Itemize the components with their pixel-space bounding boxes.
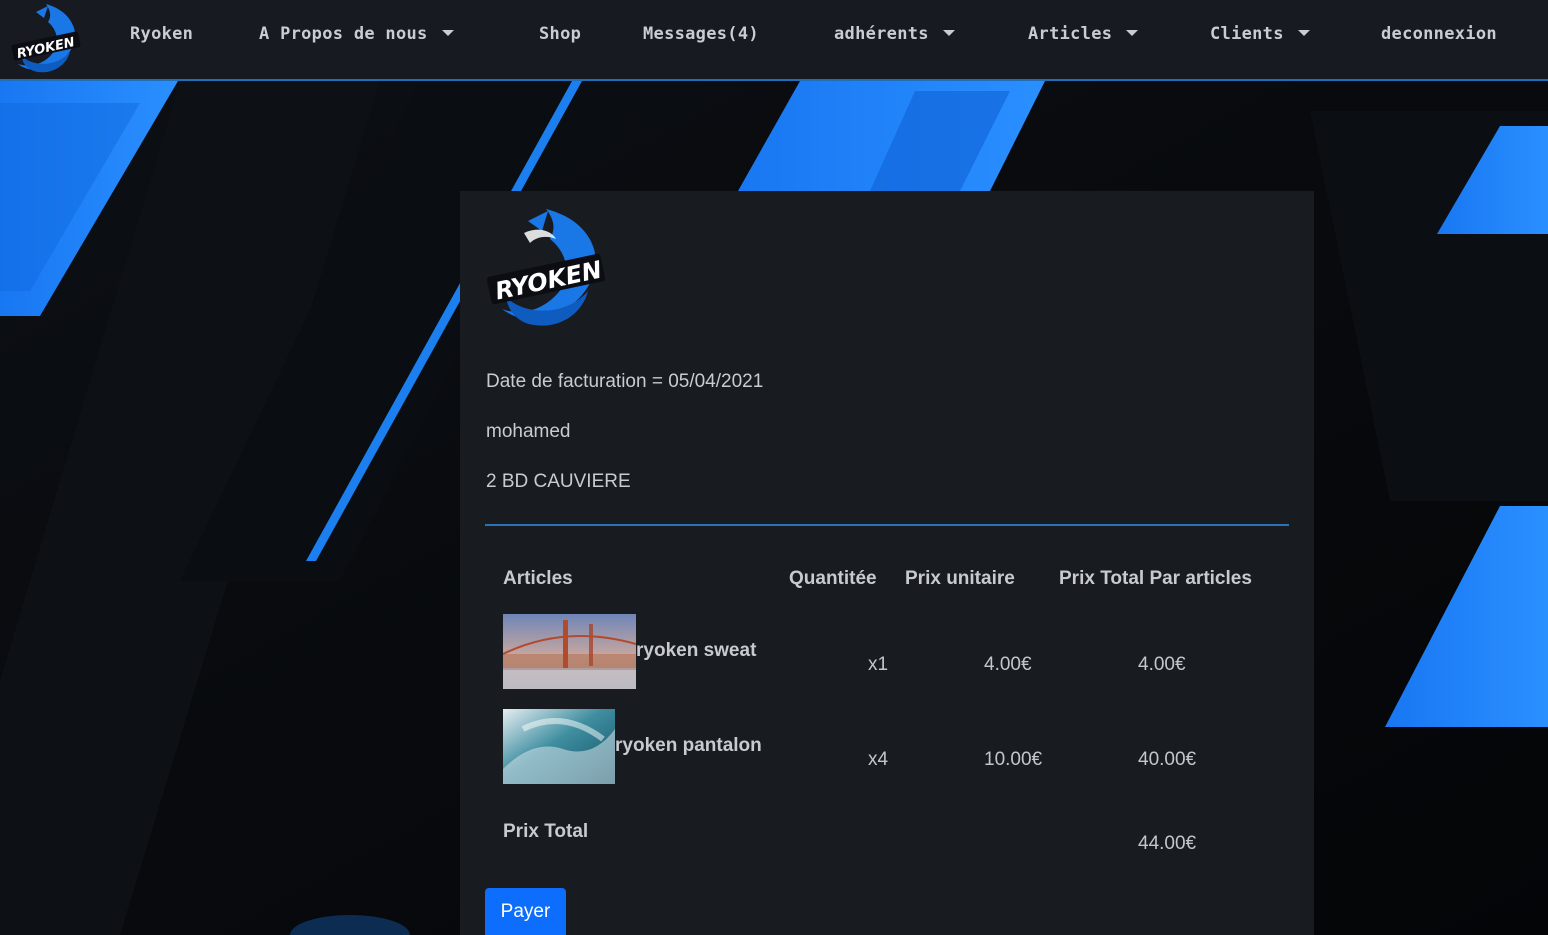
total-label: Prix Total xyxy=(503,821,589,842)
product-unit-price: 4.00€ xyxy=(984,654,1032,675)
product-thumbnail-wave xyxy=(503,709,615,784)
nav-item-label: Shop xyxy=(539,24,582,44)
column-header-line-total: Prix Total Par articles xyxy=(1059,568,1252,589)
nav-item-articles-dropdown[interactable]: Articles xyxy=(1028,24,1139,44)
customer-name: mohamed xyxy=(486,421,571,442)
nav-item-label: adhérents xyxy=(834,24,929,44)
nav-item-logout[interactable]: deconnexion xyxy=(1381,24,1497,44)
nav-item-label: Ryoken xyxy=(130,24,194,44)
invoice-card: RYOKEN Date de facturation = 05/04/2021 … xyxy=(460,191,1314,935)
ryoken-logo-icon[interactable]: RYOKEN xyxy=(8,2,84,76)
pay-button[interactable]: Payer xyxy=(485,888,566,935)
caret-down-icon xyxy=(1126,30,1139,36)
nav-item-label: Articles xyxy=(1028,24,1113,44)
nav-item-messages[interactable]: Messages(4) xyxy=(643,24,759,44)
top-navbar: RYOKEN Ryoken A Propos de nous Shop Mess… xyxy=(0,0,1548,81)
nav-item-ryoken[interactable]: Ryoken xyxy=(130,24,193,44)
divider xyxy=(485,524,1289,526)
product-unit-price: 10.00€ xyxy=(984,749,1043,770)
nav-item-label: A Propos de nous xyxy=(259,24,428,44)
product-line-total: 40.00€ xyxy=(1138,749,1197,770)
product-thumbnail-bridge xyxy=(503,614,636,689)
product-name: ryoken sweat xyxy=(636,640,757,661)
billing-date: Date de facturation = 05/04/2021 xyxy=(486,371,764,392)
column-header-article: Articles xyxy=(503,568,573,589)
product-line-total: 4.00€ xyxy=(1138,654,1186,675)
caret-down-icon xyxy=(441,30,454,36)
column-header-unit-price: Prix unitaire xyxy=(905,568,1015,589)
nav-item-label: deconnexion xyxy=(1381,24,1497,44)
nav-item-label: Messages(4) xyxy=(643,24,759,44)
product-quantity: x4 xyxy=(868,749,889,770)
nav-item-clients-dropdown[interactable]: Clients xyxy=(1210,24,1310,44)
customer-address: 2 BD CAUVIERE xyxy=(486,471,631,492)
logo-text: RYOKEN xyxy=(493,256,605,306)
nav-item-members-dropdown[interactable]: adhérents xyxy=(834,24,955,44)
nav-item-about-dropdown[interactable]: A Propos de nous xyxy=(259,24,454,44)
nav-item-shop[interactable]: Shop xyxy=(539,24,581,44)
column-header-quantity: Quantitée xyxy=(789,568,877,589)
product-quantity: x1 xyxy=(868,654,889,675)
total-value: 44.00€ xyxy=(1138,833,1197,854)
caret-down-icon xyxy=(1297,30,1310,36)
caret-down-icon xyxy=(942,30,955,36)
ryoken-logo-icon: RYOKEN xyxy=(486,209,606,326)
nav-item-label: Clients xyxy=(1210,24,1284,44)
product-name: ryoken pantalon xyxy=(615,735,762,756)
